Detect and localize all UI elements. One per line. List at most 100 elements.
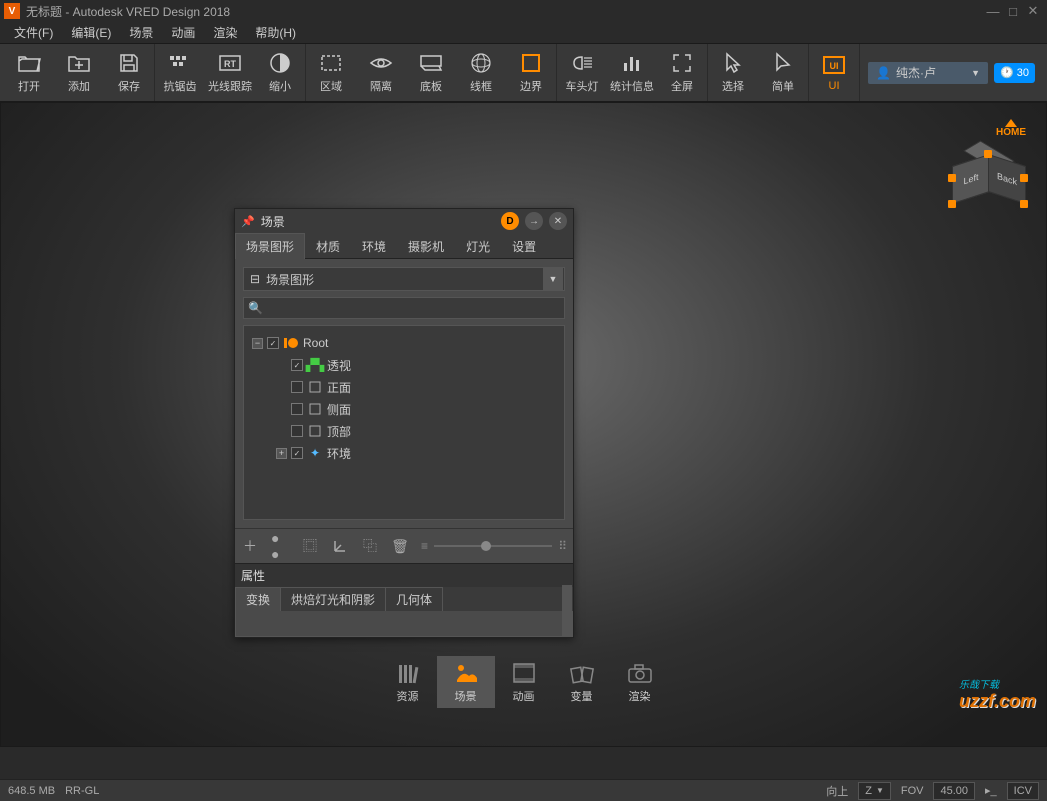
tree-root[interactable]: − Root [248,332,560,354]
library-icon [395,660,421,686]
user-dropdown[interactable]: 👤 纯杰·卢 ▼ [868,62,988,84]
tree-node-top[interactable]: 顶部 [248,420,560,442]
menu-scene[interactable]: 场景 [121,22,161,43]
floor-button[interactable]: 底板 [406,45,456,101]
watermark: 乐哉下载 uzzf.com [959,676,1036,712]
region-button[interactable]: 区域 [306,45,356,101]
antialias-button[interactable]: 抗锯齿 [155,45,205,101]
bars-icon [620,51,644,75]
collapse-button[interactable]: − [252,338,263,349]
main-toolbar: 打开 添加 保存 抗锯齿 RT光线跟踪 缩小 区域 隔离 底板 线框 边界 车头… [0,44,1047,102]
status-axis[interactable]: Z▼ [858,782,891,800]
copy-button[interactable]: ⿻ [361,537,379,555]
scene-panel-header[interactable]: 📌 场景 D → ✕ [235,209,573,233]
tab-environment[interactable]: 环境 [351,233,397,259]
zoom-slider[interactable] [434,545,552,547]
scenegraph-combo[interactable]: ⊟ 场景图形 ▼ [243,267,565,291]
visibility-checkbox[interactable] [291,425,303,437]
zoomout-button[interactable]: 缩小 [255,45,305,101]
tab-transform[interactable]: 变换 [235,587,281,611]
tree-node-front[interactable]: 正面 [248,376,560,398]
tab-scenegraph[interactable]: 场景图形 [235,233,305,259]
cube-icon [307,379,323,395]
close-button[interactable]: ✕ [1023,3,1043,19]
panel-close-button[interactable]: ✕ [549,212,567,230]
terminal-icon[interactable]: ▸_ [985,784,997,797]
scene-button[interactable]: 场景 [437,656,495,708]
variants-button[interactable]: 变量 [553,656,611,708]
menu-edit[interactable]: 编辑(E) [63,22,119,43]
scrollbar[interactable] [562,585,572,636]
tab-settings[interactable]: 设置 [501,233,547,259]
minimize-button[interactable]: — [983,4,1003,19]
ui-toggle-button[interactable]: UIUI [809,45,859,101]
viewcube-left[interactable]: Left [952,154,990,204]
folder-open-icon [17,51,41,75]
open-button[interactable]: 打开 [4,45,54,101]
panel-tabs: 场景图形 材质 环境 摄影机 灯光 设置 [235,233,573,259]
visibility-checkbox[interactable] [291,381,303,393]
simple-button[interactable]: 简单 [758,45,808,101]
tab-light[interactable]: 灯光 [455,233,501,259]
headlight-button[interactable]: 车头灯 [557,45,607,101]
group-button[interactable]: ⿴ [301,537,319,555]
half-circle-icon [268,51,292,75]
add-button[interactable]: 添加 [54,45,104,101]
assets-button[interactable]: 资源 [379,656,437,708]
scene-search-input[interactable]: 🔍 [243,297,565,319]
fullscreen-button[interactable]: 全屏 [657,45,707,101]
menu-render[interactable]: 渲染 [205,22,245,43]
menu-anim[interactable]: 动画 [163,22,203,43]
viewport[interactable]: HOME Left Back 📌 场景 D → ✕ 场景图形 材质 环境 摄影机… [0,102,1047,747]
tab-bake[interactable]: 烘焙灯光和阴影 [280,587,386,611]
add-node-button[interactable]: ＋ [241,537,259,555]
expand-button[interactable]: + [276,448,287,459]
tree-node-perspective[interactable]: ▞▚ 透视 [248,354,560,376]
status-icv[interactable]: ICV [1007,782,1039,800]
select-button[interactable]: 选择 [708,45,758,101]
menu-help[interactable]: 帮助(H) [247,22,304,43]
status-fov-input[interactable]: 45.00 [933,782,975,800]
tab-camera[interactable]: 摄影机 [397,233,455,259]
viewcube[interactable]: HOME Left Back [946,119,1026,212]
floppy-icon [117,51,141,75]
tree-node-side[interactable]: 侧面 [248,398,560,420]
tab-geometry[interactable]: 几何体 [385,587,443,611]
raytrace-button[interactable]: RT光线跟踪 [205,45,255,101]
duplicate-button[interactable]: ● ● [271,537,289,555]
clock-icon: 🕐 [1000,66,1014,79]
panel-d-button[interactable]: D [501,212,519,230]
tab-material[interactable]: 材质 [305,233,351,259]
stats-button[interactable]: 统计信息 [607,45,657,101]
film-icon [511,660,537,686]
tree-node-environment[interactable]: + ✦ 环境 [248,442,560,464]
trial-days-badge[interactable]: 🕐 30 [994,63,1035,83]
boundary-button[interactable]: 边界 [506,45,556,101]
wireframe-button[interactable]: 线框 [456,45,506,101]
chevron-down-icon: ▼ [543,268,563,290]
visibility-checkbox[interactable] [291,447,303,459]
grid-icon: ⠿ [558,539,567,553]
animation-button[interactable]: 动画 [495,656,553,708]
ui-icon: UI [822,53,846,77]
panel-next-button[interactable]: → [525,212,543,230]
pin-icon[interactable]: 📌 [241,215,255,228]
delete-button[interactable]: 🗑 [391,537,409,555]
fullscreen-icon [670,51,694,75]
list-icon: ≡ [421,539,428,553]
scene-icon [453,660,479,686]
raytrace-icon: RT [218,51,242,75]
viewcube-home[interactable]: HOME [996,119,1026,138]
axis-button[interactable] [331,537,349,555]
user-name: 纯杰·卢 [896,64,936,81]
visibility-checkbox[interactable] [291,403,303,415]
floor-icon [419,51,443,75]
visibility-checkbox[interactable] [291,359,303,371]
visibility-checkbox[interactable] [267,337,279,349]
isolate-button[interactable]: 隔离 [356,45,406,101]
menu-file[interactable]: 文件(F) [6,22,61,43]
save-button[interactable]: 保存 [104,45,154,101]
render-button[interactable]: 渲染 [611,656,669,708]
maximize-button[interactable]: □ [1003,4,1023,19]
cursor-icon [721,51,745,75]
